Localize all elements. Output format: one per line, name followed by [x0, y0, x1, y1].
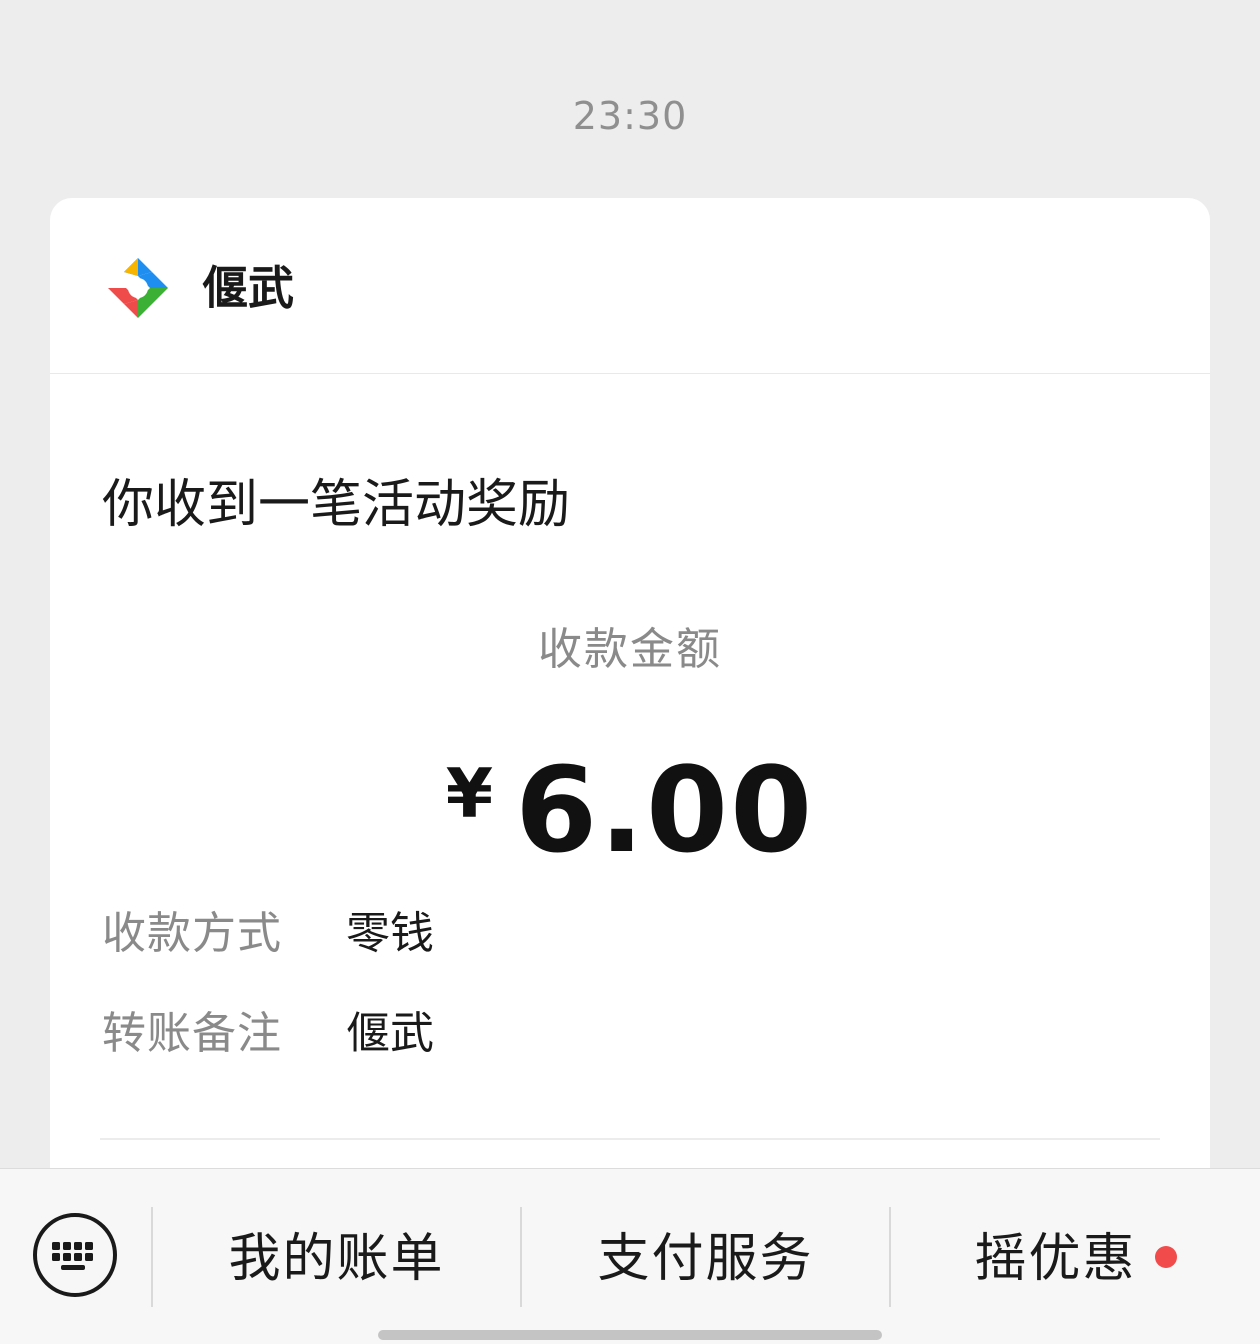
amount-display: ¥6.00: [50, 730, 1210, 911]
payment-notification-card[interactable]: 偃武 你收到一笔活动奖励 收款金额 ¥6.00 收款方式 零钱 转账备注 偃武: [50, 198, 1210, 1258]
menu-shake-deals[interactable]: 摇优惠: [891, 1221, 1260, 1297]
menu-payment-services[interactable]: 支付服务: [522, 1221, 889, 1297]
detail-row-payment-method: 收款方式 零钱: [102, 902, 434, 966]
sender-name: 偃武: [202, 261, 294, 315]
wechat-pay-logo-icon: [108, 258, 168, 318]
menu-my-bills[interactable]: 我的账单: [153, 1221, 520, 1297]
detail-value: 偃武: [346, 1008, 434, 1059]
chat-screen: 23:30 偃武 你收到一笔活动奖励 收款金额 ¥6.00 收款方式 零钱 转账备…: [0, 0, 1260, 1344]
keyboard-icon: [52, 1242, 93, 1270]
card-header: 偃武: [50, 198, 1210, 374]
service-menu-bar: 我的账单 支付服务 摇优惠: [0, 1168, 1260, 1344]
menu-label: 摇优惠: [974, 1229, 1137, 1289]
detail-row-transfer-note: 转账备注 偃武: [102, 1002, 434, 1066]
notification-headline: 你收到一笔活动奖励: [102, 475, 571, 535]
detail-label: 转账备注: [102, 1008, 282, 1059]
detail-label: 收款方式: [102, 908, 282, 959]
card-divider: [100, 1138, 1160, 1140]
currency-symbol: ¥: [445, 755, 494, 834]
amount-value: 6.00: [515, 741, 815, 879]
keyboard-toggle-button[interactable]: [33, 1213, 117, 1297]
message-timestamp: 23:30: [572, 94, 688, 138]
notification-badge-dot: [1154, 1246, 1177, 1268]
detail-value: 零钱: [346, 908, 434, 959]
amount-label: 收款金额: [538, 624, 722, 675]
home-indicator[interactable]: [378, 1330, 882, 1340]
